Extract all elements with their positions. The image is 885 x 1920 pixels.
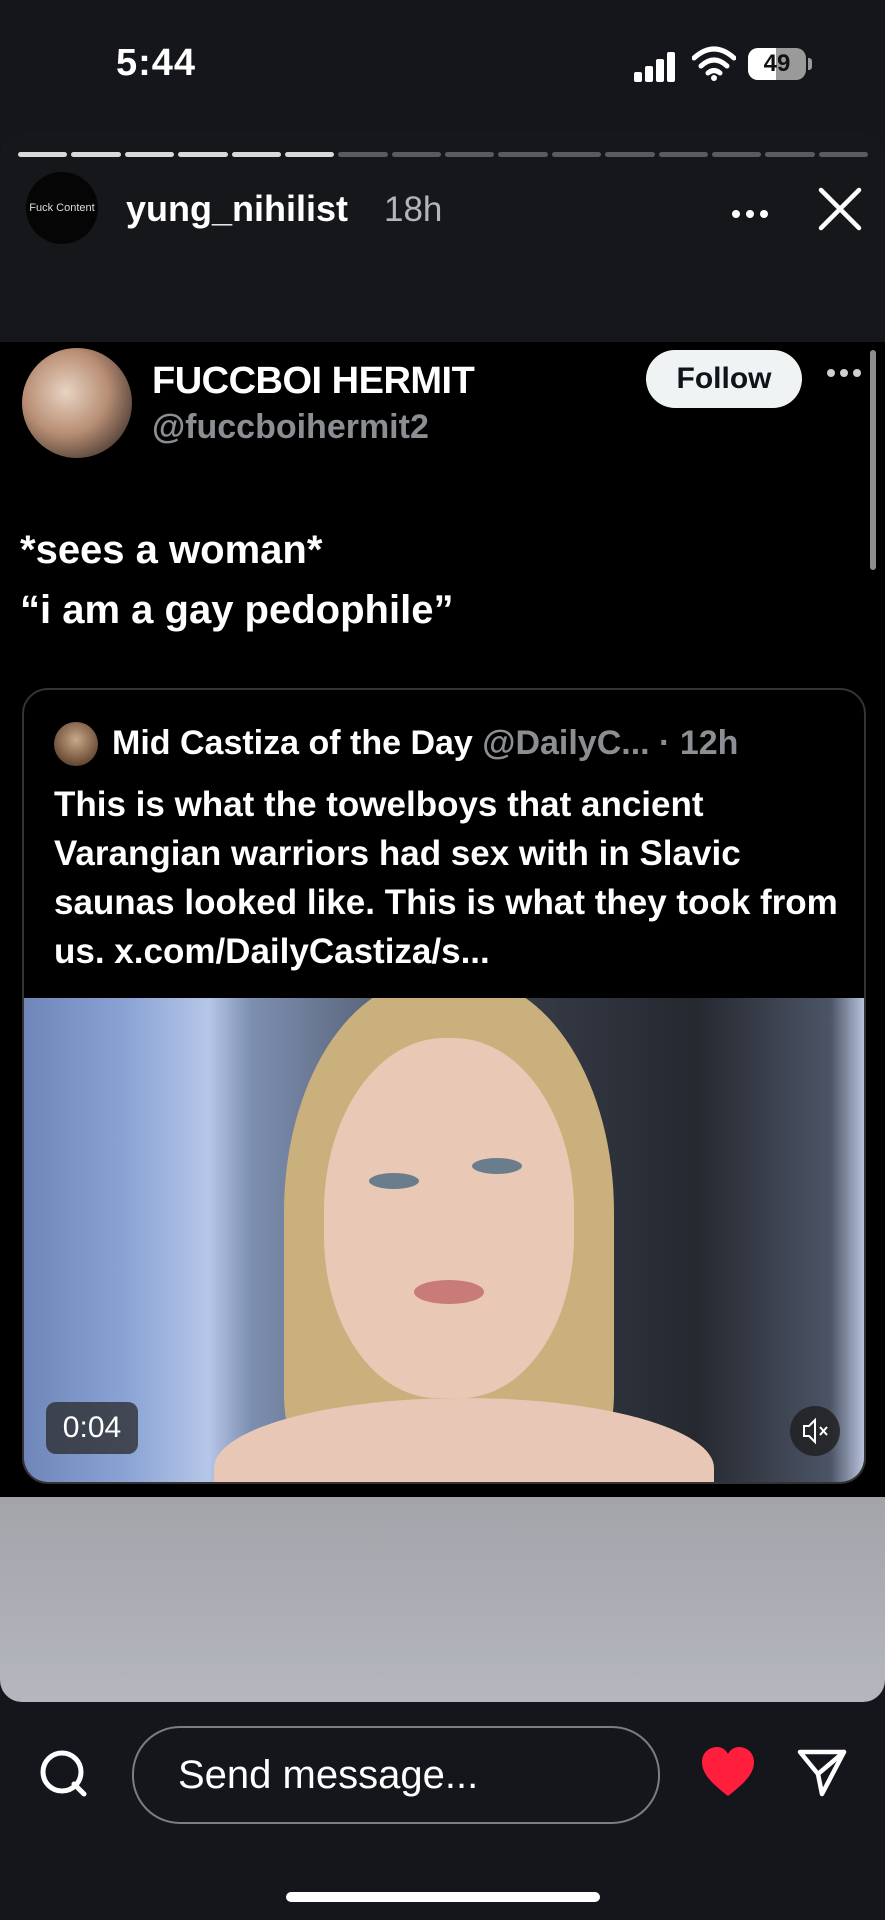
story-progress-segment <box>391 152 441 157</box>
quoted-video: 0:04 <box>24 998 864 1482</box>
send-message-input[interactable]: Send message... <box>132 1726 660 1824</box>
story-progress-segment <box>445 152 495 157</box>
story-progress-segment <box>711 152 762 157</box>
story-avatar[interactable]: Fuck Content <box>26 172 98 244</box>
story-reply-bar: Send message... <box>0 1702 885 1920</box>
story-top-area: Fuck Content yung_nihilist 18h <box>0 132 885 342</box>
story-progress-segment <box>765 152 815 157</box>
battery-icon: 49 <box>748 48 806 80</box>
quoted-tweet: Mid Castiza of the Day @DailyC... · 12h … <box>22 688 866 1484</box>
follow-button: Follow <box>646 350 802 408</box>
story-progress-segment <box>605 152 655 157</box>
story-progress-segment <box>551 152 602 157</box>
quoted-author: Mid Castiza of the Day @DailyC... · 12h <box>112 724 738 763</box>
tweet-more-icon <box>827 369 861 377</box>
tweet-author-name: FUCCBOI HERMIT <box>152 360 475 402</box>
quoted-tweet-text: This is what the towelboys that ancient … <box>54 785 838 971</box>
story-timestamp: 18h <box>384 190 443 229</box>
story-progress-segment <box>124 152 175 157</box>
tweet-text: *sees a woman* “i am a gay pedophile” <box>20 528 454 632</box>
tweet-avatar <box>22 348 132 458</box>
story-progress-segment <box>498 152 548 157</box>
quoted-author-meta: @DailyC... · 12h <box>482 724 739 762</box>
story-progress-segment <box>818 152 868 157</box>
story-viewer[interactable]: Fuck Content yung_nihilist 18h FUCCBOI H… <box>0 132 885 1702</box>
story-content: FUCCBOI HERMIT @fuccboihermit2 Follow *s… <box>0 342 885 1497</box>
wifi-icon <box>692 46 736 81</box>
home-indicator[interactable] <box>286 1892 600 1902</box>
quoted-author-name: Mid Castiza of the Day <box>112 724 473 762</box>
story-progress-segment <box>178 152 228 157</box>
battery-percentage: 49 <box>763 50 791 77</box>
search-icon[interactable] <box>38 1748 90 1800</box>
story-progress-bar <box>18 152 868 157</box>
heart-icon[interactable] <box>700 1746 756 1798</box>
quoted-avatar <box>54 722 98 766</box>
story-progress-segment <box>658 152 708 157</box>
video-timer: 0:04 <box>46 1402 138 1454</box>
muted-speaker-icon <box>790 1406 840 1456</box>
story-progress-segment <box>71 152 121 157</box>
status-time: 5:44 <box>116 42 197 84</box>
story-avatar-text: Fuck Content <box>29 202 95 214</box>
status-bar: 5:44 49 <box>0 0 885 130</box>
story-background-area <box>0 1497 885 1702</box>
scrollbar[interactable] <box>870 350 876 570</box>
send-icon[interactable] <box>796 1746 848 1798</box>
send-message-placeholder: Send message... <box>178 1753 479 1797</box>
more-options-icon[interactable] <box>730 208 770 220</box>
story-username[interactable]: yung_nihilist <box>126 188 348 230</box>
story-progress-segment <box>338 152 388 157</box>
story-progress-segment <box>18 152 68 157</box>
story-progress-segment <box>284 152 335 157</box>
tweet-author-handle: @fuccboihermit2 <box>152 408 429 446</box>
cellular-signal-icon <box>634 50 678 82</box>
story-progress-segment <box>231 152 281 157</box>
close-icon[interactable] <box>815 184 865 234</box>
